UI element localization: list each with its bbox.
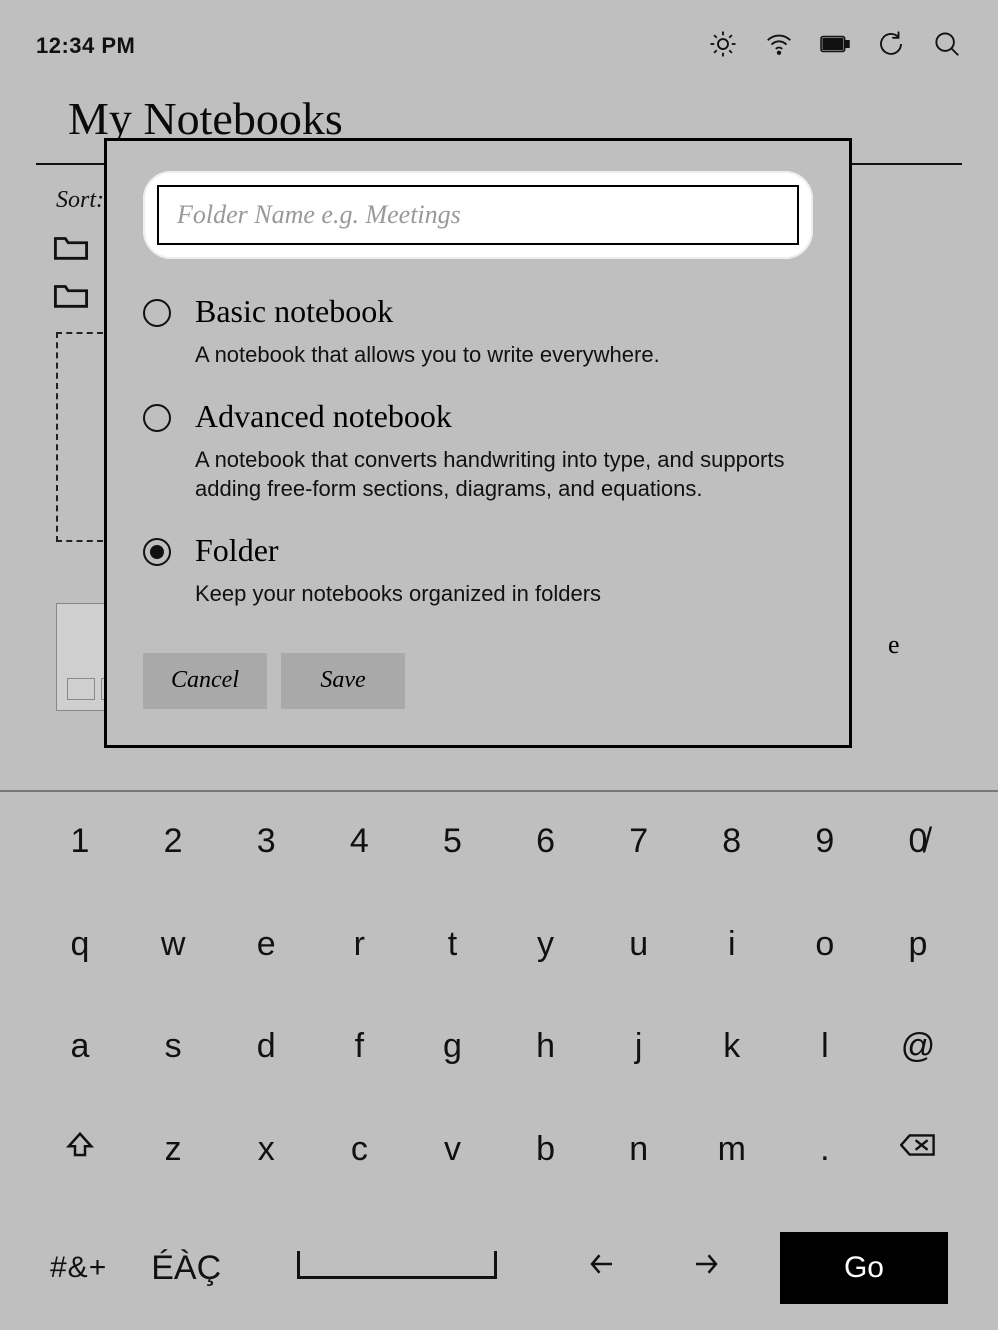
key-c[interactable]: c <box>329 1130 389 1169</box>
create-dialog: Basic notebook A notebook that allows you… <box>104 138 852 748</box>
arrow-left-key[interactable] <box>572 1249 632 1288</box>
key-d[interactable]: d <box>236 1027 296 1066</box>
keyboard-row: zxcvbnm. <box>50 1130 948 1169</box>
radio-icon[interactable] <box>143 538 171 566</box>
option-title: Basic notebook <box>195 293 660 330</box>
space-key[interactable] <box>297 1249 497 1288</box>
shift-key[interactable] <box>50 1130 110 1169</box>
key-s[interactable]: s <box>143 1027 203 1066</box>
key-6[interactable]: 6 <box>516 822 576 861</box>
option-folder[interactable]: Folder Keep your notebooks organized in f… <box>143 532 813 609</box>
cancel-button[interactable]: Cancel <box>143 653 267 709</box>
key-v[interactable]: v <box>422 1130 482 1169</box>
status-bar: 12:34 PM <box>0 0 998 70</box>
radio-icon[interactable] <box>143 404 171 432</box>
type-options: Basic notebook A notebook that allows you… <box>143 293 813 609</box>
key-1[interactable]: 1 <box>50 822 110 861</box>
folder-name-input[interactable] <box>157 185 799 245</box>
key-k[interactable]: k <box>702 1027 762 1066</box>
key-4[interactable]: 4 <box>329 822 389 861</box>
key-z[interactable]: z <box>143 1130 203 1169</box>
dialog-actions: Cancel Save <box>143 653 813 709</box>
search-icon[interactable] <box>932 29 962 64</box>
key-@[interactable]: @ <box>888 1027 948 1066</box>
radio-icon[interactable] <box>143 299 171 327</box>
option-desc: Keep your notebooks organized in folders <box>195 579 601 609</box>
wifi-icon[interactable] <box>764 29 794 64</box>
key-w[interactable]: w <box>143 925 203 964</box>
keyboard-row: 123456789 0̸ <box>50 822 948 861</box>
key-q[interactable]: q <box>50 925 110 964</box>
key-m[interactable]: m <box>702 1130 762 1169</box>
key-t[interactable]: t <box>422 925 482 964</box>
key-3[interactable]: 3 <box>236 822 296 861</box>
status-icons <box>708 29 962 64</box>
key-r[interactable]: r <box>329 925 389 964</box>
option-desc: A notebook that allows you to write ever… <box>195 340 660 370</box>
brightness-icon[interactable] <box>708 29 738 64</box>
tile-truncated-text: e <box>888 630 900 660</box>
on-screen-keyboard: 123456789 0̸ qwertyuiop asdfghjkl @ zxcvbn… <box>0 790 998 1330</box>
key-p[interactable]: p <box>888 925 948 964</box>
option-title: Advanced notebook <box>195 398 805 435</box>
key-j[interactable]: j <box>609 1027 669 1066</box>
key-i[interactable]: i <box>702 925 762 964</box>
key-u[interactable]: u <box>609 925 669 964</box>
key-b[interactable]: b <box>516 1130 576 1169</box>
save-button[interactable]: Save <box>281 653 405 709</box>
name-input-wrap <box>143 171 813 259</box>
key-8[interactable]: 8 <box>702 822 762 861</box>
key-n[interactable]: n <box>609 1130 669 1169</box>
key-7[interactable]: 7 <box>609 822 669 861</box>
arrow-right-key[interactable] <box>676 1249 736 1288</box>
backspace-key[interactable] <box>888 1130 948 1169</box>
sync-icon[interactable] <box>876 29 906 64</box>
key-f[interactable]: f <box>329 1027 389 1066</box>
option-desc: A notebook that converts handwriting int… <box>195 445 805 504</box>
clock: 12:34 PM <box>36 33 135 59</box>
key-o[interactable]: o <box>795 925 855 964</box>
option-title: Folder <box>195 532 601 569</box>
key-.[interactable]: . <box>795 1130 855 1169</box>
keyboard-row: #&+ ÉÀÇ Go <box>50 1232 948 1304</box>
key-h[interactable]: h <box>516 1027 576 1066</box>
key-0[interactable]: 0̸ <box>888 822 948 861</box>
option-advanced[interactable]: Advanced notebook A notebook that convert… <box>143 398 813 504</box>
accents-key[interactable]: ÉÀÇ <box>151 1249 221 1288</box>
key-a[interactable]: a <box>50 1027 110 1066</box>
key-y[interactable]: y <box>516 925 576 964</box>
key-e[interactable]: e <box>236 925 296 964</box>
battery-icon[interactable] <box>820 29 850 64</box>
key-l[interactable]: l <box>795 1027 855 1066</box>
go-key[interactable]: Go <box>780 1232 948 1304</box>
key-g[interactable]: g <box>422 1027 482 1066</box>
key-2[interactable]: 2 <box>143 822 203 861</box>
keyboard-row: qwertyuiop <box>50 925 948 964</box>
key-9[interactable]: 9 <box>795 822 855 861</box>
symbols-key[interactable]: #&+ <box>50 1251 107 1285</box>
option-basic[interactable]: Basic notebook A notebook that allows you… <box>143 293 813 370</box>
key-x[interactable]: x <box>236 1130 296 1169</box>
keyboard-row: asdfghjkl @ <box>50 1027 948 1066</box>
key-5[interactable]: 5 <box>422 822 482 861</box>
